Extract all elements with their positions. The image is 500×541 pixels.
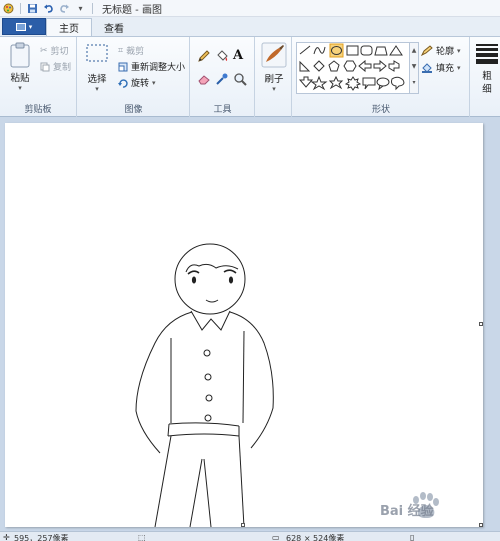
chevron-down-icon: ▾ (28, 22, 33, 31)
cursor-position-icon: ✛ (3, 533, 10, 541)
tab-home[interactable]: 主页 (46, 18, 92, 36)
paint-window: ▾ 无标题 - 画图 ▾ 主页 查看 粘贴 ▾ ✂ 剪切 复制 剪贴板 选择 ▾… (0, 0, 500, 541)
fill-label: 填充 (436, 64, 455, 74)
fill-bucket-icon[interactable] (215, 49, 232, 66)
outline-label: 轮廓 (436, 47, 455, 57)
rotate-button[interactable]: 旋转 ▾ (118, 76, 156, 89)
clipboard-group-label: 剪贴板 (24, 105, 52, 115)
shapes-group-label: 形状 (371, 105, 390, 115)
resize-label: 重新调整大小 (131, 63, 186, 73)
select-label: 选择 (87, 74, 107, 85)
ribbon-tabs: ▾ 主页 查看 (0, 17, 500, 36)
resize-handle-corner[interactable] (479, 523, 483, 527)
tools-group: A 工具 (191, 37, 255, 118)
rotate-label: 旋转 (131, 79, 150, 89)
line-width-thickest (476, 59, 498, 64)
undo-icon[interactable] (42, 2, 55, 15)
crop-icon: ⌗ (118, 45, 124, 56)
outline-icon (421, 45, 433, 56)
workspace (0, 117, 500, 531)
resize-handle-bottom[interactable] (241, 523, 245, 527)
canvas-size: 628 × 524像素 (286, 534, 345, 541)
ribbon: 粘贴 ▾ ✂ 剪切 复制 剪贴板 选择 ▾ ⌗ 裁剪 重新调整大小 旋转 ▾ 图… (0, 36, 500, 118)
scissors-icon: ✂ (40, 45, 48, 56)
chevron-down-icon: ▾ (152, 78, 156, 87)
drawing-canvas[interactable] (5, 123, 483, 528)
cursor-position: 595，257像素 (14, 534, 69, 541)
select-button[interactable]: 选择 ▾ (83, 43, 111, 93)
redo-icon[interactable] (58, 2, 71, 15)
title-bar: ▾ 无标题 - 画图 (0, 0, 500, 17)
cut-label: 剪切 (50, 47, 69, 57)
magnifier-icon[interactable] (233, 72, 250, 89)
fill-icon (422, 63, 432, 73)
chevron-down-icon: ▾ (272, 85, 276, 93)
tools-group-label: 工具 (213, 105, 232, 115)
paint-menu-icon (15, 22, 26, 31)
clipboard-group: 粘贴 ▾ ✂ 剪切 复制 剪贴板 (0, 37, 77, 118)
tab-view[interactable]: 查看 (92, 18, 136, 36)
chevron-down-icon: ▾ (18, 84, 22, 92)
line-width-thick (476, 53, 498, 57)
chevron-down-icon: ▾ (457, 46, 461, 55)
color-picker-icon[interactable] (215, 72, 232, 89)
status-bar: ✛ 595，257像素 ⬚ ▭ 628 × 524像素 ▯ (0, 531, 500, 541)
line-width-thin (476, 44, 498, 46)
text-icon[interactable]: A (233, 49, 250, 66)
shapes-scrollbar[interactable]: ▲ ▼ ▾ (410, 42, 419, 94)
separator (92, 2, 93, 14)
shapes-group: ▲ ▼ ▾ 轮廓 ▾ 填充 ▾ 形状 (293, 37, 470, 118)
shapes-gallery-icons (298, 43, 405, 91)
save-icon[interactable] (26, 2, 39, 15)
cut-button[interactable]: ✂ 剪切 (40, 44, 69, 58)
line-width-medium (476, 48, 498, 51)
paste-label: 粘贴 (10, 73, 30, 84)
image-group-label: 图像 (124, 105, 143, 115)
brushes-label: 刷子 (264, 74, 284, 85)
window-title: 无标题 - 画图 (102, 4, 162, 16)
crop-label: 裁剪 (126, 47, 145, 57)
pencil-icon[interactable] (197, 49, 214, 66)
copy-label: 复制 (53, 63, 72, 73)
selection-size-icon: ⬚ (138, 533, 146, 541)
eraser-icon[interactable] (197, 72, 214, 89)
disk-icon: ▯ (410, 533, 415, 541)
resize-button[interactable]: 重新调整大小 (118, 60, 185, 73)
copy-icon (40, 62, 50, 71)
paint-menu-button[interactable]: ▾ (2, 18, 46, 35)
resize-icon (118, 62, 128, 71)
size-group: 粗 细 (471, 37, 500, 118)
fill-button[interactable]: 填充 ▾ (421, 61, 461, 74)
resize-handle-right[interactable] (479, 322, 483, 326)
clipboard-icon (10, 42, 30, 68)
stick-figure-drawing (135, 243, 274, 528)
size-button[interactable]: 粗 细 (476, 44, 498, 96)
brush-icon (261, 42, 287, 68)
paste-button[interactable]: 粘贴 ▾ (7, 42, 33, 92)
rotate-icon (118, 78, 128, 88)
chevron-down-icon: ▾ (95, 85, 99, 93)
selection-icon (86, 44, 108, 62)
brushes-button[interactable]: 刷子 ▾ (259, 42, 289, 93)
tools-grid: A (197, 49, 250, 89)
canvas-size-icon: ▭ (272, 533, 280, 541)
chevron-down-icon: ▾ (457, 63, 461, 72)
copy-button[interactable]: 复制 (40, 60, 71, 73)
paint-app-icon[interactable] (2, 2, 15, 15)
brushes-group: 刷子 ▾ (256, 37, 292, 118)
crop-button[interactable]: ⌗ 裁剪 (118, 44, 145, 58)
customize-toolbar-icon[interactable]: ▾ (74, 2, 87, 15)
image-group: 选择 ▾ ⌗ 裁剪 重新调整大小 旋转 ▾ 图像 (78, 37, 190, 118)
outline-button[interactable]: 轮廓 ▾ (421, 44, 461, 57)
size-label: 粗 细 (482, 71, 492, 95)
shapes-gallery (296, 42, 410, 94)
separator (20, 2, 21, 14)
